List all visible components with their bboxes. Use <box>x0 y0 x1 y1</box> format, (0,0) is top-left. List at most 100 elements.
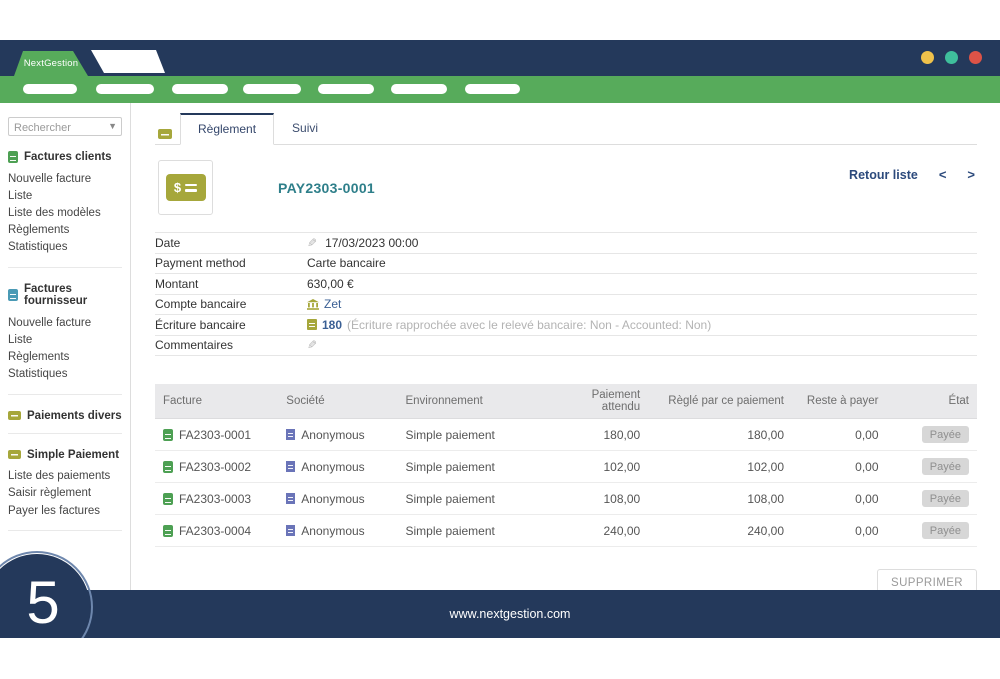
payment-mini-icon <box>158 129 172 139</box>
sidebar-section-factures-fournisseur[interactable]: Factures fournisseur <box>8 283 122 307</box>
bank-account-link[interactable]: Zet <box>324 297 341 311</box>
record-header: $ PAY2303-0001 Retour liste < > <box>155 160 977 215</box>
chevron-down-icon[interactable]: ▼ <box>108 121 117 131</box>
ledger-icon <box>307 319 317 330</box>
pencil-icon[interactable]: ✎ <box>307 338 317 352</box>
status-badge: Payée <box>922 522 969 539</box>
amount-cell: 0,00 <box>792 419 887 451</box>
nav-pill[interactable] <box>465 84 520 94</box>
environment-cell: Simple paiement <box>397 451 557 483</box>
sidebar-item[interactable]: Règlements <box>8 348 122 365</box>
nav-pill[interactable] <box>172 84 228 94</box>
page-title: PAY2303-0001 <box>278 180 375 196</box>
col-reste-a-payer: Reste à payer <box>792 384 887 419</box>
nav-pill[interactable] <box>243 84 301 94</box>
detail-label: Compte bancaire <box>155 297 307 311</box>
col-etat: État <box>887 384 977 419</box>
detail-row-payment-method: Payment method Carte bancaire <box>155 254 977 275</box>
detail-row-ecriture-bancaire: Écriture bancaire 180 (Écriture rapproch… <box>155 315 977 336</box>
sidebar-section-factures-clients[interactable]: Factures clients <box>8 151 122 163</box>
divider <box>8 394 122 395</box>
detail-fields: Date ✎ 17/03/2023 00:00 Payment method C… <box>155 232 977 356</box>
building-icon <box>286 429 295 440</box>
nav-pill[interactable] <box>391 84 447 94</box>
building-icon <box>286 461 295 472</box>
company-link[interactable]: Anonymous <box>301 428 364 442</box>
detail-label: Montant <box>155 277 307 291</box>
detail-label: Payment method <box>155 256 307 270</box>
tab-reglement[interactable]: Règlement <box>180 113 274 145</box>
table-row: FA2303-0003 Anonymous Simple paiement 10… <box>155 483 977 515</box>
detail-row-compte-bancaire: Compte bancaire Zet <box>155 295 977 316</box>
sidebar-item[interactable]: Liste des modèles <box>8 204 122 221</box>
sidebar-item[interactable]: Règlements <box>8 222 122 239</box>
col-regle-par-paiement: Règlé par ce paiement <box>648 384 792 419</box>
nav-pill[interactable] <box>23 84 77 94</box>
col-paiement-attendu: Paiement attendu <box>558 384 648 419</box>
company-link[interactable]: Anonymous <box>301 524 364 538</box>
pencil-icon[interactable]: ✎ <box>307 236 317 250</box>
invoice-green-icon <box>163 429 173 441</box>
table-row: FA2303-0004 Anonymous Simple paiement 24… <box>155 515 977 547</box>
sidebar-item[interactable]: Payer les factures <box>8 502 122 519</box>
status-badge: Payée <box>922 426 969 443</box>
brand-tab[interactable]: NextGestion <box>14 51 88 76</box>
tab-bar: Règlement Suivi <box>155 103 977 145</box>
prev-record-icon[interactable]: < <box>939 167 947 182</box>
sidebar-item[interactable]: Liste <box>8 331 122 348</box>
brand-label: NextGestion <box>24 58 78 69</box>
nav-pill[interactable] <box>96 84 154 94</box>
building-icon <box>286 525 295 536</box>
amount-cell: 0,00 <box>792 451 887 483</box>
money-icon <box>8 411 21 420</box>
search-input[interactable] <box>9 120 121 137</box>
invoice-green-icon <box>8 151 18 163</box>
table-header-row: Facture Société Environnement Paiement a… <box>155 384 977 419</box>
tab-suivi[interactable]: Suivi <box>274 113 336 145</box>
sidebar-section-paiements-divers[interactable]: Paiements divers <box>8 410 122 422</box>
detail-label: Commentaires <box>155 338 307 352</box>
amount-cell: 102,00 <box>648 451 792 483</box>
back-to-list-link[interactable]: Retour liste <box>849 168 918 182</box>
app-screenshot: NextGestion ▼ Factures clients Nouvelle … <box>0 0 1000 679</box>
sidebar-item[interactable]: Nouvelle facture <box>8 314 122 331</box>
sidebar-item[interactable]: Nouvelle facture <box>8 170 122 187</box>
table-row: FA2303-0002 Anonymous Simple paiement 10… <box>155 451 977 483</box>
sidebar-item[interactable]: Statistiques <box>8 239 122 256</box>
sidebar-section-simple-paiement[interactable]: Simple Paiement <box>8 449 122 461</box>
search-box[interactable]: ▼ <box>8 117 122 136</box>
sidebar-item[interactable]: Liste des paiements <box>8 468 122 485</box>
col-facture: Facture <box>155 384 278 419</box>
amount-cell: 180,00 <box>648 419 792 451</box>
environment-cell: Simple paiement <box>397 483 557 515</box>
environment-cell: Simple paiement <box>397 419 557 451</box>
invoice-link[interactable]: FA2303-0004 <box>179 524 251 538</box>
amount-cell: 240,00 <box>648 515 792 547</box>
sidebar-item[interactable]: Liste <box>8 187 122 204</box>
nav-pill[interactable] <box>318 84 374 94</box>
footer-url: www.nextgestion.com <box>0 590 1000 638</box>
bank-entry-link[interactable]: 180 <box>322 318 342 332</box>
company-link[interactable]: Anonymous <box>301 492 364 506</box>
table-row: FA2303-0001 Anonymous Simple paiement 18… <box>155 419 977 451</box>
detail-row-commentaires: Commentaires ✎ <box>155 336 977 357</box>
sidebar: ▼ Factures clients Nouvelle facture List… <box>0 103 131 590</box>
sidebar-item[interactable]: Saisir règlement <box>8 485 122 502</box>
amount-cell: 0,00 <box>792 483 887 515</box>
amount-cell: 108,00 <box>558 483 648 515</box>
teal-dot-icon <box>945 51 958 64</box>
next-record-icon[interactable]: > <box>967 167 975 182</box>
footer-bar: www.nextgestion.com <box>0 590 1000 638</box>
invoice-link[interactable]: FA2303-0001 <box>179 428 251 442</box>
invoice-link[interactable]: FA2303-0002 <box>179 460 251 474</box>
invoices-table: Facture Société Environnement Paiement a… <box>155 384 977 547</box>
company-link[interactable]: Anonymous <box>301 460 364 474</box>
detail-row-montant: Montant 630,00 € <box>155 274 977 295</box>
invoice-link[interactable]: FA2303-0003 <box>179 492 251 506</box>
amount-cell: 102,00 <box>558 451 648 483</box>
main-nav <box>0 76 1000 103</box>
sidebar-item[interactable]: Statistiques <box>8 366 122 383</box>
amount-cell: 0,00 <box>792 515 887 547</box>
yellow-dot-icon <box>921 51 934 64</box>
invoice-green-icon <box>163 525 173 537</box>
